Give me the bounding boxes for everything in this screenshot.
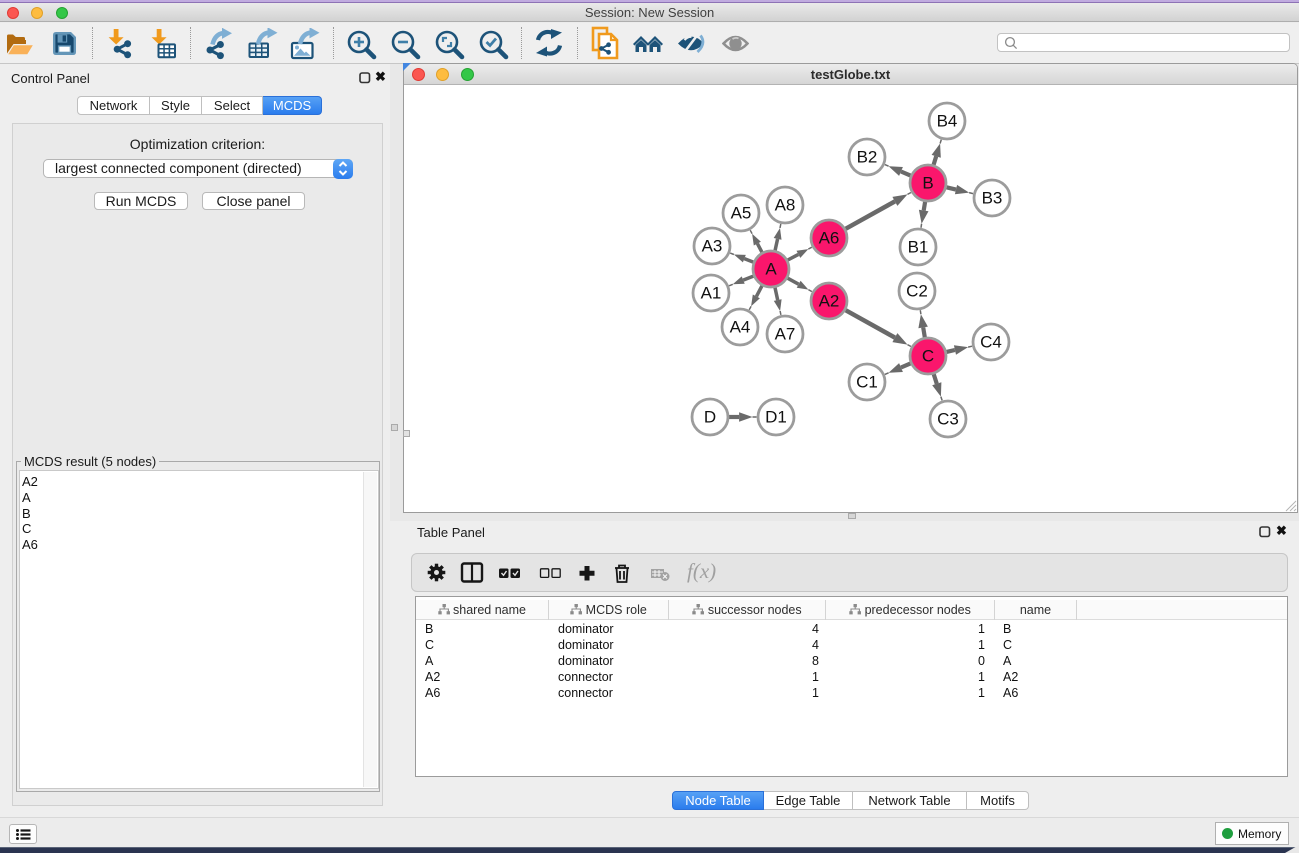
svg-text:D1: D1	[765, 408, 787, 427]
svg-text:C4: C4	[980, 333, 1002, 352]
svg-text:A6: A6	[819, 229, 840, 248]
svg-text:A2: A2	[819, 292, 840, 311]
svg-text:D: D	[704, 408, 716, 427]
svg-text:B2: B2	[857, 148, 878, 167]
svg-text:A1: A1	[701, 284, 722, 303]
svg-text:A3: A3	[702, 237, 723, 256]
svg-text:B3: B3	[982, 189, 1003, 208]
svg-text:A7: A7	[775, 325, 796, 344]
svg-text:A4: A4	[730, 318, 751, 337]
svg-text:A5: A5	[731, 204, 752, 223]
svg-text:B4: B4	[937, 112, 958, 131]
svg-text:C3: C3	[937, 410, 959, 429]
svg-text:C1: C1	[856, 373, 878, 392]
svg-text:A8: A8	[775, 196, 796, 215]
svg-text:C: C	[922, 347, 934, 366]
svg-text:B: B	[922, 174, 933, 193]
svg-text:C2: C2	[906, 282, 928, 301]
svg-text:A: A	[765, 260, 777, 279]
svg-text:B1: B1	[908, 238, 929, 257]
